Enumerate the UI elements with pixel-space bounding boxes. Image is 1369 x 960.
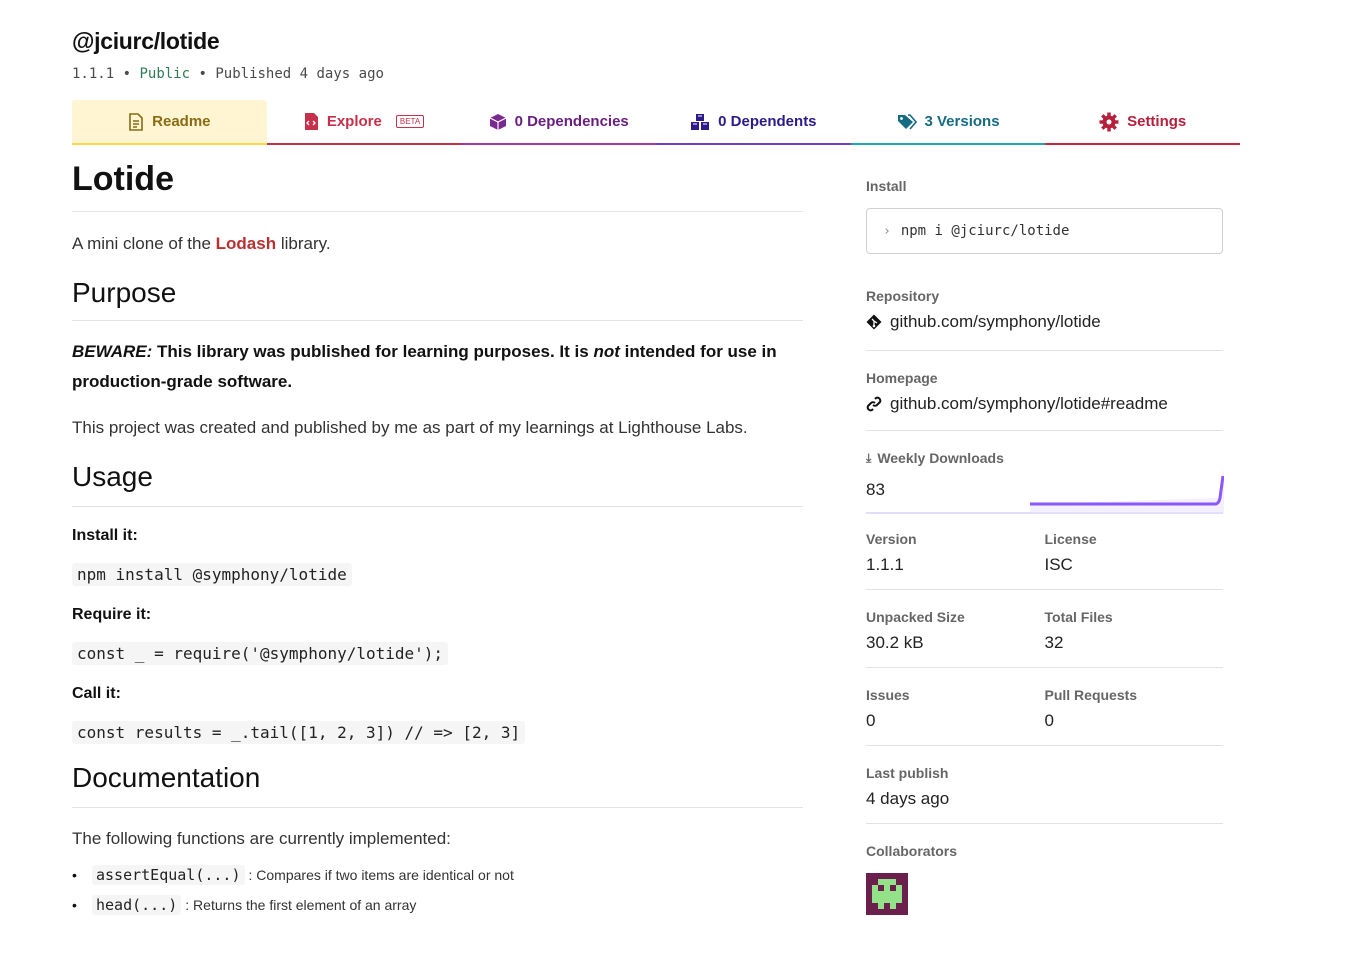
license-value: ISC (1044, 555, 1073, 574)
unpacked-size-label: Unpacked Size (866, 609, 965, 625)
function-desc: : Returns the first element of an array (185, 897, 417, 913)
call-label: Call it: (72, 685, 121, 702)
function-code: head(...) (92, 895, 182, 915)
gear-icon (1099, 112, 1119, 131)
documentation-heading: Documentation (72, 762, 803, 808)
total-files-value: 32 (1044, 633, 1064, 652)
homepage-link[interactable]: github.com/symphony/lotide#readme (866, 394, 1223, 414)
tab-dependents-label: 0 Dependents (718, 113, 817, 130)
published-text: Published 4 days ago (215, 66, 384, 82)
intro-paragraph: A mini clone of the Lodash library. (72, 234, 331, 253)
require-code: const _ = require('@symphony/lotide'); (72, 642, 449, 665)
pull-requests-label: Pull Requests (1044, 687, 1138, 703)
tab-explore[interactable]: Explore BETA (266, 100, 462, 145)
divider (866, 350, 1223, 351)
purpose-heading: Purpose (72, 277, 803, 321)
install-heading: Install (866, 178, 907, 194)
version-license-row: Version 1.1.1 License ISC (866, 531, 1223, 575)
prompt-chevron-icon: › (883, 223, 891, 239)
file-icon (129, 112, 143, 131)
tab-versions-label: 3 Versions (924, 113, 1000, 130)
tab-readme[interactable]: Readme (72, 100, 267, 145)
list-item: • assertEqual(...) : Compares if two ite… (72, 865, 514, 885)
beta-badge: BETA (395, 115, 425, 128)
install-code: npm install @symphony/lotide (72, 563, 352, 586)
collaborators-label: Collaborators (866, 843, 958, 859)
visibility-badge: Public (139, 66, 191, 82)
boxes-icon (691, 113, 710, 130)
pull-requests-value[interactable]: 0 (1045, 711, 1224, 731)
download-icon: ⤓ (866, 450, 872, 465)
package-version: 1.1.1 (72, 66, 115, 82)
divider (866, 823, 1223, 824)
tags-icon (897, 113, 917, 130)
tab-versions[interactable]: 3 Versions (850, 100, 1046, 145)
install-label: Install it: (72, 527, 138, 544)
unpacked-size-value: 30.2 kB (866, 633, 924, 652)
install-command-box[interactable]: › npm i @jciurc/lotide (866, 208, 1223, 254)
tab-dependents[interactable]: 0 Dependents (656, 100, 851, 145)
divider (866, 430, 1223, 431)
last-publish-value: 4 days ago (866, 789, 950, 808)
tab-dependencies-label: 0 Dependencies (514, 113, 629, 130)
divider (866, 589, 1223, 590)
divider (866, 667, 1223, 668)
package-meta: 1.1.1 • Public • Published 4 days ago (72, 66, 384, 82)
file-code-icon (304, 113, 318, 130)
avatar (866, 873, 908, 915)
call-code: const results = _.tail([1, 2, 3]) // => … (72, 721, 526, 744)
issues-prs-row: Issues 0 Pull Requests 0 (866, 687, 1223, 731)
git-icon (866, 314, 882, 330)
list-item: • head(...) : Returns the first element … (72, 895, 417, 915)
tab-explore-label: Explore (326, 113, 382, 130)
homepage-label: Homepage (866, 370, 938, 386)
tab-settings[interactable]: Settings (1045, 100, 1241, 145)
version-label: Version (866, 531, 917, 547)
downloads-row: 83 (866, 466, 1224, 514)
docs-intro: The following functions are currently im… (72, 829, 451, 848)
function-desc: : Compares if two items are identical or… (248, 867, 514, 883)
issues-label: Issues (866, 687, 910, 703)
collaborator-avatar[interactable] (866, 873, 1223, 920)
downloads-sparkline (1030, 468, 1224, 513)
last-publish-label: Last publish (866, 765, 949, 781)
version-value: 1.1.1 (866, 555, 904, 574)
weekly-downloads-label: ⤓ Weekly Downloads (866, 450, 1004, 466)
link-icon (866, 396, 882, 412)
repository-label: Repository (866, 288, 940, 304)
beware-paragraph: BEWARE: This library was published for l… (72, 342, 777, 391)
size-files-row: Unpacked Size 30.2 kB Total Files 32 (866, 609, 1223, 653)
function-code: assertEqual(...) (92, 865, 245, 885)
function-list: • assertEqual(...) : Compares if two ite… (72, 860, 803, 920)
project-note: This project was created and published b… (72, 418, 748, 437)
require-label: Require it: (72, 606, 152, 623)
repository-link[interactable]: github.com/symphony/lotide (866, 312, 1223, 332)
tab-dependencies[interactable]: 0 Dependencies (461, 100, 657, 145)
issues-value[interactable]: 0 (866, 711, 1045, 731)
tab-readme-label: Readme (152, 113, 211, 130)
usage-heading: Usage (72, 461, 803, 507)
readme-title: Lotide (72, 160, 803, 212)
total-files-label: Total Files (1044, 609, 1113, 625)
package-title: @jciurc/lotide (72, 28, 220, 54)
readme-content: Lotide A mini clone of the Lodash librar… (72, 160, 803, 920)
lodash-link[interactable]: Lodash (216, 234, 276, 253)
license-label: License (1044, 531, 1097, 547)
weekly-downloads-value: 83 (866, 480, 885, 499)
sidebar: Install › npm i @jciurc/lotide Repositor… (866, 170, 1224, 920)
box-icon (489, 113, 506, 130)
divider (866, 745, 1223, 746)
install-command: npm i @jciurc/lotide (900, 223, 1070, 239)
package-tabs: Readme Explore BETA 0 Dependencies 0 Dep… (72, 100, 1241, 145)
tab-settings-label: Settings (1127, 113, 1187, 130)
